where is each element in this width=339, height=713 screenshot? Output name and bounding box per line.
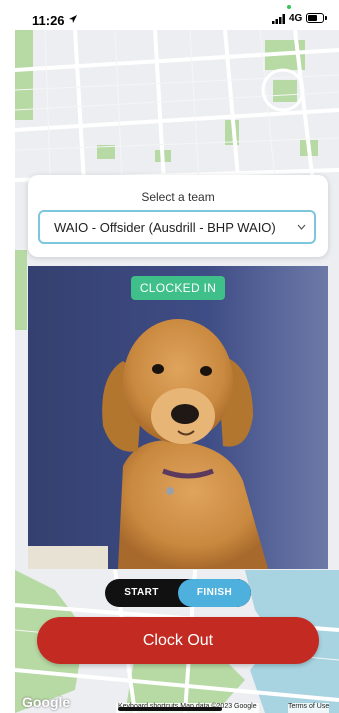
signal-icon	[272, 14, 285, 24]
status-time: 11:26	[32, 13, 65, 28]
chevron-down-icon	[297, 224, 306, 230]
privacy-indicator-icon	[287, 5, 291, 9]
team-select-dropdown[interactable]: WAIO - Offsider (Ausdrill - BHP WAIO)	[38, 210, 316, 244]
toggle-start-option[interactable]: START	[105, 579, 178, 607]
toggle-finish-option[interactable]: FINISH	[178, 579, 251, 607]
clocked-in-badge: CLOCKED IN	[131, 276, 225, 300]
camera-preview	[28, 266, 328, 569]
home-indicator	[118, 707, 222, 711]
start-finish-toggle[interactable]: START FINISH	[105, 579, 251, 607]
location-arrow-icon	[69, 15, 77, 23]
team-selected-value: WAIO - Offsider (Ausdrill - BHP WAIO)	[54, 220, 276, 235]
team-selector-card: Select a team WAIO - Offsider (Ausdrill …	[28, 175, 328, 257]
battery-cap	[325, 16, 327, 20]
status-bar: 11:26 4G	[0, 0, 339, 30]
google-logo: Google	[22, 694, 71, 710]
dog-photo	[28, 266, 328, 569]
team-select-label: Select a team	[141, 190, 215, 204]
clock-out-button[interactable]: Clock Out	[37, 617, 319, 664]
network-type: 4G	[289, 13, 303, 24]
terms-of-use-link[interactable]: Terms of Use	[288, 703, 330, 713]
battery-icon	[306, 13, 324, 23]
